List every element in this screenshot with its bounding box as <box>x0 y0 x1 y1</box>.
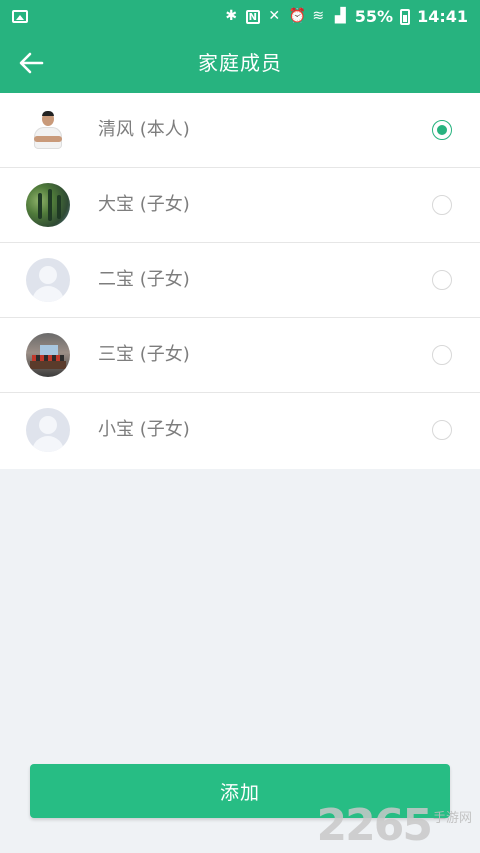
member-list: 清风 (本人) 大宝 (子女) 二宝 (子女) 三宝 (子女) 小宝 (子女) <box>0 93 480 469</box>
member-row[interactable]: 大宝 (子女) <box>0 168 480 243</box>
member-name: 三宝 (子女) <box>98 344 190 365</box>
avatar <box>26 183 70 227</box>
radio-unselected[interactable] <box>432 420 452 440</box>
default-avatar-icon <box>26 408 70 452</box>
default-avatar-icon <box>26 258 70 302</box>
signal-icon: ▟ <box>334 8 346 24</box>
member-name: 清风 (本人) <box>98 119 190 140</box>
member-name: 大宝 (子女) <box>98 194 190 215</box>
page-title: 家庭成员 <box>198 51 282 75</box>
radio-unselected[interactable] <box>432 270 452 290</box>
avatar <box>26 108 70 152</box>
battery-percent: 55% <box>354 7 394 26</box>
image-icon <box>12 10 28 23</box>
radio-unselected[interactable] <box>432 345 452 365</box>
wifi-icon: ≋ <box>312 8 325 24</box>
clock: 14:41 <box>417 7 468 26</box>
member-name: 二宝 (子女) <box>98 269 190 290</box>
member-name: 小宝 (子女) <box>98 419 190 440</box>
add-button[interactable]: 添加 <box>30 764 450 818</box>
member-row[interactable]: 小宝 (子女) <box>0 393 480 469</box>
battery-icon <box>400 8 411 25</box>
mute-icon: ✕ <box>268 8 281 24</box>
member-row[interactable]: 清风 (本人) <box>0 93 480 168</box>
app-bar: 家庭成员 <box>0 33 480 93</box>
nfc-icon: N <box>245 9 260 24</box>
radio-unselected[interactable] <box>432 195 452 215</box>
bluetooth-icon: ✱ <box>225 8 238 24</box>
member-row[interactable]: 二宝 (子女) <box>0 243 480 318</box>
radio-selected[interactable] <box>432 120 452 140</box>
alarm-icon: ⏰ <box>288 8 307 24</box>
status-bar: ✱ N ✕ ⏰ ≋ ▟ 55% 14:41 <box>0 0 480 33</box>
avatar <box>26 333 70 377</box>
member-row[interactable]: 三宝 (子女) <box>0 318 480 393</box>
